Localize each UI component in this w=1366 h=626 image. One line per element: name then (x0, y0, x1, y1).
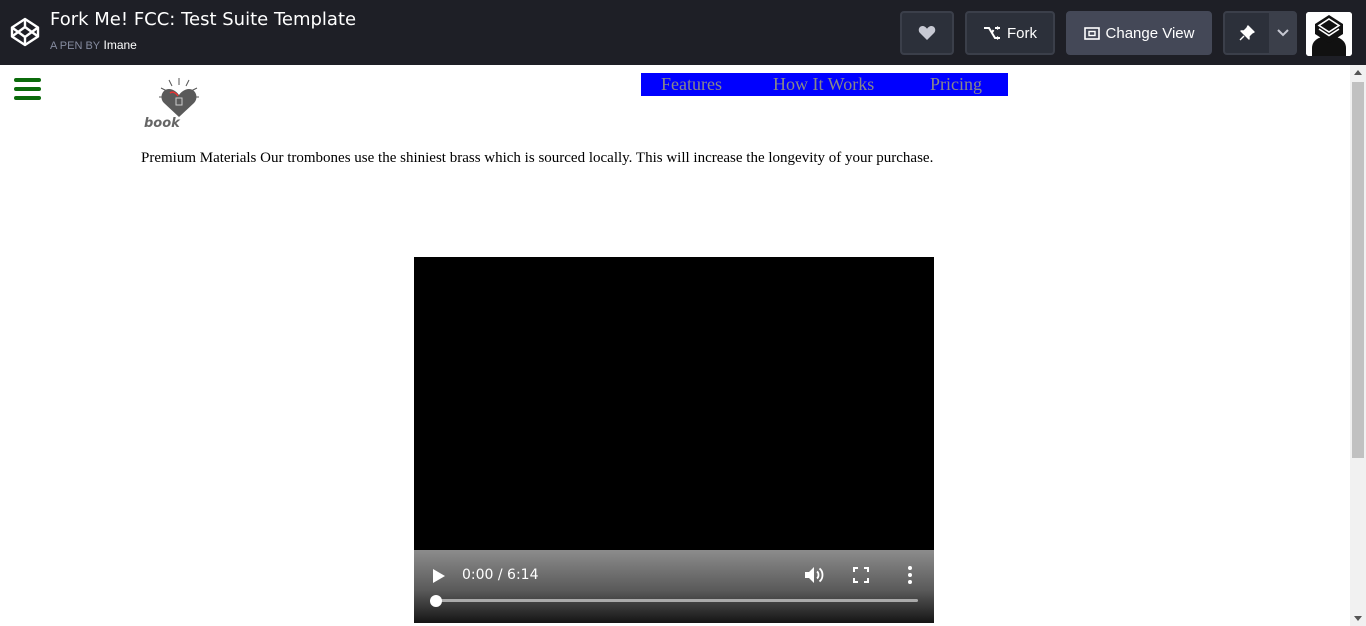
scroll-down-arrow-icon[interactable] (1354, 616, 1362, 621)
video-controls: 0:00 / 6:14 (414, 550, 934, 623)
fork-label: Fork (1007, 24, 1037, 42)
pen-byline: A PEN BY Imane (50, 38, 137, 52)
nav-bar: Features How It Works Pricing (641, 73, 1008, 96)
fork-button[interactable]: Fork (965, 11, 1055, 55)
fork-icon (984, 26, 1000, 40)
codepen-header: Fork Me! FCC: Test Suite Template A PEN … (0, 0, 1366, 65)
scrollbar-thumb[interactable] (1352, 82, 1364, 458)
change-view-label: Change View (1105, 24, 1195, 42)
change-view-icon (1083, 26, 1100, 40)
feature-text: Premium Materials Our trombones use the … (141, 150, 934, 166)
pin-button[interactable] (1223, 11, 1271, 55)
change-view-button[interactable]: Change View (1066, 11, 1212, 55)
play-icon[interactable] (432, 568, 446, 584)
pen-title[interactable]: Fork Me! FCC: Test Suite Template (50, 9, 356, 30)
fullscreen-icon[interactable] (853, 567, 869, 583)
vertical-scrollbar[interactable] (1350, 65, 1366, 626)
user-avatar[interactable] (1306, 12, 1352, 56)
chevron-down-icon (1277, 29, 1289, 37)
video-time: 0:00 / 6:14 (462, 567, 539, 583)
heart-button[interactable] (900, 11, 954, 55)
avatar-image (1306, 12, 1352, 56)
video-progress-thumb[interactable] (430, 595, 442, 607)
video-progress-track[interactable] (434, 599, 918, 602)
codepen-logo-icon[interactable] (9, 16, 41, 48)
volume-icon[interactable] (804, 565, 826, 585)
scroll-up-arrow-icon[interactable] (1354, 70, 1362, 75)
nav-link-how-it-works[interactable]: How It Works (773, 74, 874, 95)
byline-prefix: A PEN BY (50, 40, 101, 52)
pen-preview: book Features How It Works Pricing Premi… (0, 65, 1350, 626)
more-options-icon[interactable] (907, 565, 913, 585)
pin-icon (1239, 25, 1255, 41)
pin-dropdown-button[interactable] (1269, 11, 1297, 55)
nav-link-features[interactable]: Features (661, 74, 722, 95)
header-logo: book (142, 75, 206, 135)
menu-icon[interactable] (14, 78, 41, 100)
author-link[interactable]: Imane (103, 38, 136, 52)
heart-icon (918, 26, 936, 40)
nav-link-pricing[interactable]: Pricing (930, 74, 982, 95)
brand-text: book (144, 116, 180, 131)
video-player[interactable]: 0:00 / 6:14 (414, 257, 934, 623)
heart-bulb-logo (159, 78, 199, 117)
